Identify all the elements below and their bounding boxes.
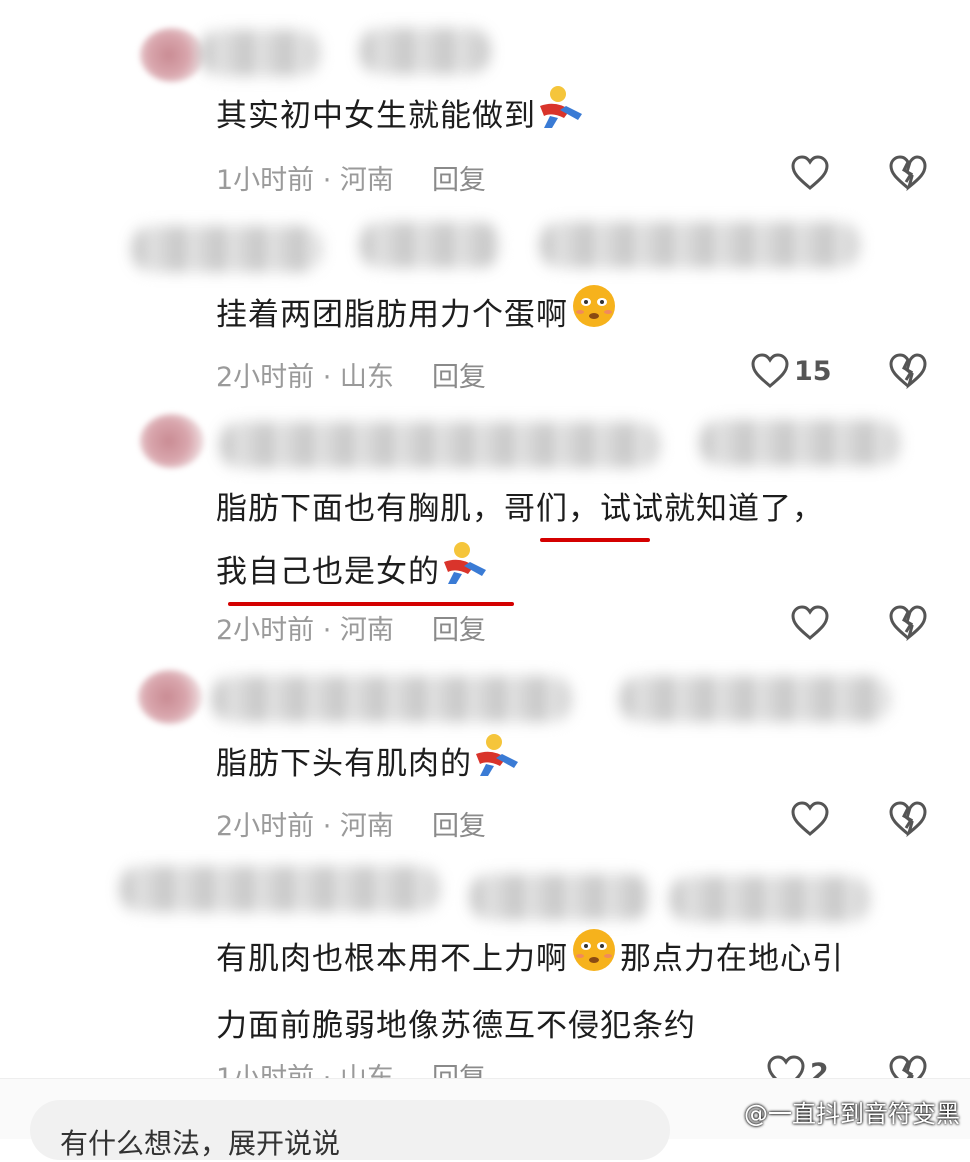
- flushed-face-emoji-icon: [568, 926, 620, 995]
- username-blurred: [220, 422, 660, 468]
- reply-button[interactable]: 回复: [432, 165, 486, 196]
- running-person-emoji-icon: [536, 84, 588, 151]
- reply-button[interactable]: 回复: [432, 362, 486, 393]
- reply-button[interactable]: 回复: [432, 811, 486, 842]
- time-location: 2小时前 · 山东: [216, 362, 394, 393]
- comment-text: 脂肪下头有肌肉的: [216, 732, 524, 799]
- like-count: 15: [794, 355, 832, 387]
- comment-line-2: 我自己也是女的: [216, 540, 824, 607]
- comment-line: 有肌肉也根本用不上力啊 那点力在地心引: [216, 926, 844, 995]
- broken-heart-icon: [889, 353, 927, 390]
- comment-text: 其实初中女生就能做到: [216, 84, 588, 151]
- comment-text: 脂肪下面也有胸肌，哥们，试试就知道了， 我自己也是女的: [216, 478, 824, 607]
- username-blurred: [620, 676, 890, 722]
- dislike-button[interactable]: [888, 154, 928, 192]
- dislike-button[interactable]: [888, 800, 928, 838]
- username-blurred: [132, 226, 322, 272]
- dislike-button[interactable]: [888, 352, 928, 390]
- comment-input-placeholder[interactable]: 有什么想法，展开说说: [60, 1122, 340, 1162]
- watermark: @一直抖到音符变黑: [744, 1100, 960, 1128]
- username-blurred: [700, 420, 900, 466]
- time-location: 1小时前 · 河南: [216, 165, 394, 196]
- running-person-emoji-icon: [472, 732, 524, 799]
- reply-button[interactable]: 回复: [432, 615, 486, 646]
- time-location: 2小时前 · 河南: [216, 615, 394, 646]
- heart-icon: [751, 353, 789, 388]
- red-underline: [228, 602, 514, 606]
- like-button[interactable]: 15: [750, 352, 832, 390]
- like-button[interactable]: [790, 604, 830, 642]
- username-blurred: [200, 30, 320, 76]
- username-blurred: [360, 222, 500, 268]
- broken-heart-icon: [889, 155, 927, 192]
- red-underline: [540, 538, 650, 542]
- heart-icon: [791, 155, 829, 190]
- flushed-face-emoji-icon: [568, 282, 620, 351]
- broken-heart-icon: [889, 801, 927, 838]
- username-blurred: [670, 876, 870, 922]
- avatar[interactable]: [140, 414, 204, 468]
- comment-line: 脂肪下面也有胸肌，哥们，试试就知道了，: [216, 491, 824, 527]
- comment-meta: 2小时前 · 山东 回复: [216, 355, 486, 394]
- username-blurred: [120, 866, 440, 912]
- username-blurred: [212, 676, 572, 722]
- dislike-button[interactable]: [888, 604, 928, 642]
- comment-meta: 2小时前 · 河南 回复: [216, 608, 486, 647]
- comment-text: 有肌肉也根本用不上力啊 那点力在地心引 力面前脆弱地像苏德互不侵犯条约: [216, 926, 844, 1057]
- like-button[interactable]: [790, 800, 830, 838]
- avatar[interactable]: [138, 670, 202, 724]
- comment-meta: 1小时前 · 河南 回复: [216, 158, 486, 197]
- like-button[interactable]: [790, 154, 830, 192]
- username-blurred: [360, 28, 490, 74]
- comment-text: 挂着两团脂肪用力个蛋啊: [216, 282, 620, 351]
- broken-heart-icon: [889, 605, 927, 642]
- time-location: 2小时前 · 河南: [216, 811, 394, 842]
- comment-line-2: 力面前脆弱地像苏德互不侵犯条约: [216, 1008, 696, 1044]
- running-person-emoji-icon: [440, 540, 492, 607]
- username-blurred: [470, 874, 650, 920]
- comment-meta: 2小时前 · 河南 回复: [216, 804, 486, 843]
- avatar[interactable]: [140, 28, 204, 82]
- heart-icon: [791, 605, 829, 640]
- username-blurred: [540, 222, 860, 268]
- heart-icon: [791, 801, 829, 836]
